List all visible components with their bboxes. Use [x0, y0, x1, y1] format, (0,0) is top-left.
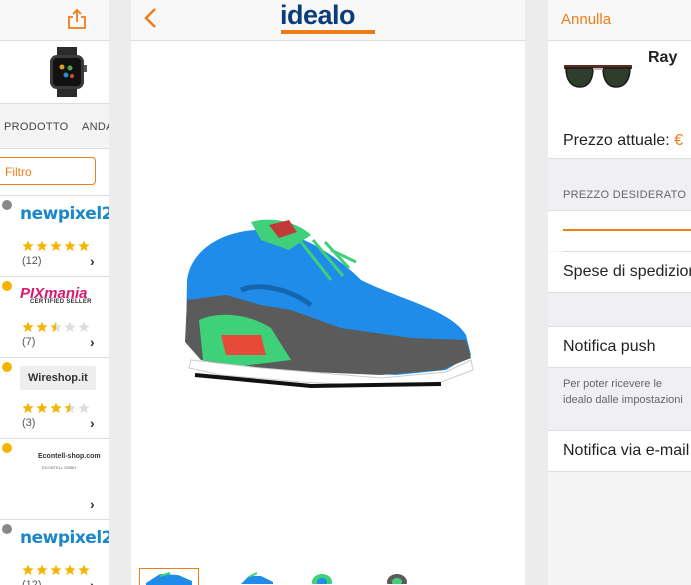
- watch-product-image: [50, 47, 87, 97]
- thumbnail-item[interactable]: [231, 568, 291, 585]
- sunglasses-product-image: [564, 65, 632, 88]
- shipping-label: Spese di spedizione: [563, 263, 691, 280]
- shop-row[interactable]: newpixel24 (12) ›: [0, 196, 109, 277]
- price-alert-panel: Annulla Ray Prezzo attuale: € PREZZO DES…: [548, 0, 691, 585]
- divider: [548, 471, 691, 472]
- review-count: (12): [22, 255, 42, 267]
- brand-logo: idealo: [280, 0, 356, 30]
- desired-price-section: PREZZO DESIDERATO: [548, 159, 691, 211]
- share-icon[interactable]: [66, 8, 88, 30]
- rating-stars: [22, 401, 92, 415]
- desired-price-input[interactable]: [563, 229, 691, 231]
- push-hint-line-1: Per poter ricevere le: [563, 378, 663, 390]
- push-notification-row[interactable]: Notifica push: [548, 327, 691, 367]
- review-count: (7): [22, 336, 36, 348]
- product-gallery-panel: idealo: [131, 0, 525, 585]
- gallery-top-bar: idealo: [131, 0, 525, 41]
- shoe-product-image: [185, 219, 474, 389]
- left-top-bar: [0, 0, 109, 41]
- current-price-value: €: [674, 132, 684, 149]
- shipping-row[interactable]: Spese di spedizione: [548, 252, 691, 292]
- thumbnail-strip: [131, 565, 525, 585]
- rating-stars: [22, 563, 92, 577]
- email-notification-row[interactable]: Notifica via e-mail: [548, 431, 691, 471]
- shop-logo-subtitle: ECONTELL GMBH: [42, 465, 77, 470]
- thumbnail-selected[interactable]: [139, 568, 199, 585]
- shop-bullet: [2, 281, 12, 291]
- chevron-right-icon[interactable]: ›: [90, 334, 95, 350]
- shop-row[interactable]: newpixel24 (12) ›: [0, 520, 109, 585]
- section-gap: [548, 293, 691, 327]
- tab-product[interactable]: PRODOTTO: [4, 121, 69, 133]
- shop-row[interactable]: PIXmania CERTIFIED SELLER (7) ›: [0, 277, 109, 358]
- filter-area: Filtro: [0, 149, 109, 196]
- email-label: Notifica via e-mail: [563, 442, 690, 459]
- shop-row[interactable]: Wireshop.it (3) ›: [0, 358, 109, 439]
- rating-stars: [22, 239, 92, 253]
- chevron-right-icon[interactable]: ›: [90, 577, 95, 585]
- shop-bullet: [2, 443, 12, 453]
- shop-logo-subtitle: CERTIFIED SELLER: [30, 299, 92, 305]
- chevron-right-icon[interactable]: ›: [90, 253, 95, 269]
- review-count: (3): [22, 417, 36, 429]
- product-tabs: PRODOTTO ANDAMENTO: [0, 104, 109, 149]
- shop-list-panel: PRODOTTO ANDAMENTO Filtro newpixel24 (12)…: [0, 0, 109, 585]
- current-price-label: Prezzo attuale: €: [563, 132, 683, 150]
- shop-logo: newpixel24: [20, 528, 109, 548]
- product-name: Ray: [648, 49, 678, 66]
- product-thumbnail-area: [0, 41, 109, 104]
- thumbnail-item[interactable]: [381, 568, 441, 585]
- push-label: Notifica push: [563, 338, 656, 355]
- rating-stars: [22, 320, 92, 334]
- shop-bullet: [2, 524, 12, 534]
- cancel-button[interactable]: Annulla: [561, 11, 611, 28]
- thumbnail-item[interactable]: [306, 568, 366, 585]
- alert-top-bar: Annulla: [548, 0, 691, 41]
- filter-button[interactable]: Filtro: [0, 157, 96, 185]
- shop-bullet: [2, 200, 12, 210]
- desired-price-caption: PREZZO DESIDERATO: [563, 189, 687, 201]
- shop-logo: Wireshop.it: [20, 366, 96, 390]
- shop-logo: newpixel24: [20, 204, 109, 224]
- chevron-left-icon[interactable]: [143, 6, 159, 30]
- brand-underline: [281, 30, 375, 34]
- tab-trend[interactable]: ANDAMENTO: [82, 121, 109, 133]
- desired-price-input-row[interactable]: [548, 211, 691, 251]
- current-price-text: Prezzo attuale:: [563, 132, 670, 149]
- shop-logo: Econtell-shop.com: [38, 453, 101, 460]
- chevron-right-icon[interactable]: ›: [90, 415, 95, 431]
- push-hint-section: Per poter ricevere le idealo dalle impos…: [548, 368, 691, 430]
- push-hint-line-2: idealo dalle impostazioni: [563, 394, 683, 406]
- shop-bullet: [2, 362, 12, 372]
- shop-row[interactable]: Econtell-shop.com ECONTELL GMBH ›: [0, 439, 109, 520]
- shop-list: newpixel24(12)›PIXmaniaCERTIFIED SELLER(…: [0, 196, 109, 585]
- product-summary: Ray Prezzo attuale: €: [548, 41, 691, 159]
- review-count: (12): [22, 579, 42, 585]
- chevron-right-icon[interactable]: ›: [90, 496, 95, 512]
